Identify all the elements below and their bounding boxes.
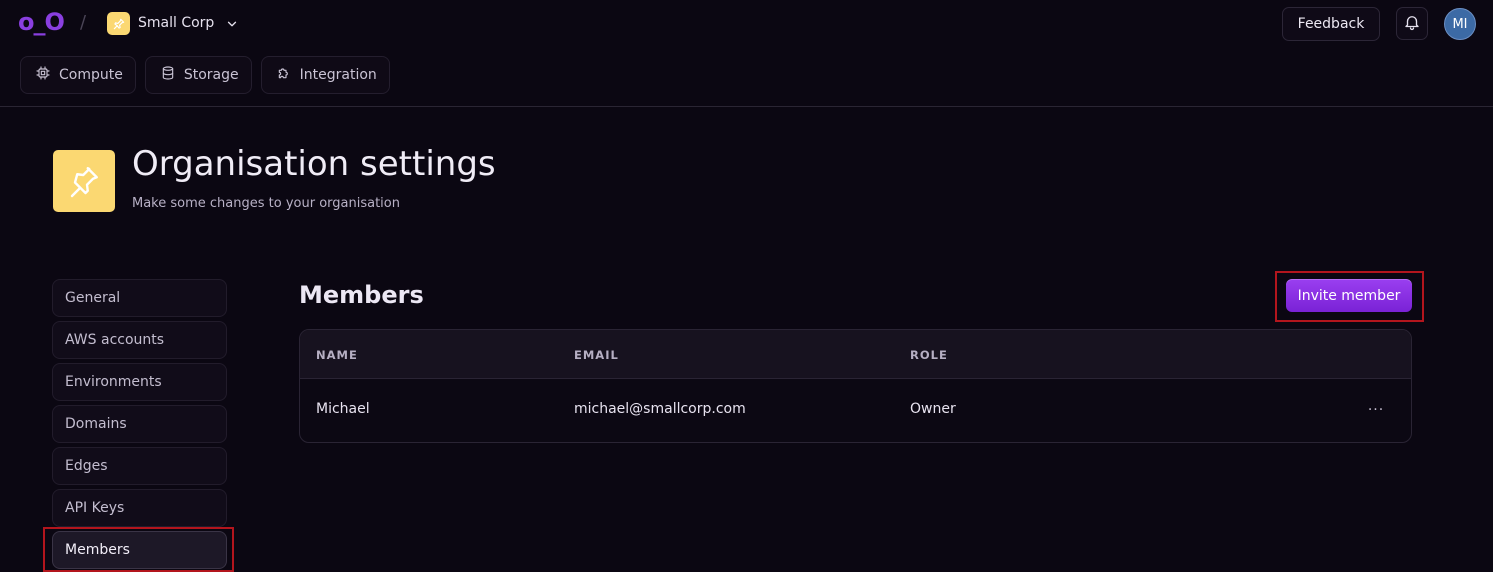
sidebar-item-aws-accounts[interactable]: AWS accounts	[52, 321, 227, 359]
tab-compute-label: Compute	[59, 67, 123, 83]
members-highlight-box	[43, 527, 234, 572]
section-title: Members	[299, 281, 424, 309]
sidebar-item-environments[interactable]: Environments	[52, 363, 227, 401]
tab-integration[interactable]: Integration	[260, 56, 390, 94]
org-switcher-label[interactable]: Small Corp	[138, 15, 214, 31]
header-divider	[0, 106, 1493, 107]
member-email: michael@smallcorp.com	[574, 401, 746, 417]
tab-integration-label: Integration	[299, 67, 377, 83]
invite-highlight-box	[1275, 271, 1424, 322]
member-name: Michael	[316, 401, 370, 417]
table-row: Michael michael@smallcorp.com Owner ···	[300, 379, 1411, 442]
main-nav: Compute Storage Integration	[20, 56, 390, 94]
table-header: NAME EMAIL ROLE	[300, 330, 1411, 379]
org-pin-icon-large	[53, 150, 115, 212]
tab-storage[interactable]: Storage	[144, 56, 252, 94]
puzzle-icon	[276, 65, 292, 85]
notifications-button[interactable]	[1396, 7, 1428, 40]
sidebar-item-general[interactable]: General	[52, 279, 227, 317]
database-icon	[160, 65, 176, 85]
column-header-name: NAME	[316, 348, 358, 362]
top-bar: o_O / Small Corp Feedback MI	[0, 0, 1493, 48]
sidebar-item-api-keys[interactable]: API Keys	[52, 489, 227, 527]
chevron-down-icon[interactable]	[225, 16, 239, 35]
more-actions-icon[interactable]: ···	[1362, 396, 1390, 424]
feedback-button[interactable]: Feedback	[1282, 7, 1380, 41]
cpu-icon	[35, 65, 51, 85]
app-logo[interactable]: o_O	[18, 8, 65, 36]
user-avatar[interactable]: MI	[1444, 8, 1476, 40]
breadcrumb-separator: /	[80, 12, 87, 33]
page-subtitle: Make some changes to your organisation	[132, 196, 400, 211]
bell-icon	[1403, 13, 1421, 35]
tab-compute[interactable]: Compute	[20, 56, 136, 94]
page-title: Organisation settings	[132, 144, 496, 184]
member-role: Owner	[910, 401, 956, 417]
column-header-email: EMAIL	[574, 348, 619, 362]
sidebar-item-domains[interactable]: Domains	[52, 405, 227, 443]
tab-storage-label: Storage	[183, 67, 239, 83]
column-header-role: ROLE	[910, 348, 948, 362]
members-table: NAME EMAIL ROLE Michael michael@smallcor…	[299, 329, 1412, 443]
org-pin-icon[interactable]	[107, 12, 130, 35]
sidebar-item-edges[interactable]: Edges	[52, 447, 227, 485]
